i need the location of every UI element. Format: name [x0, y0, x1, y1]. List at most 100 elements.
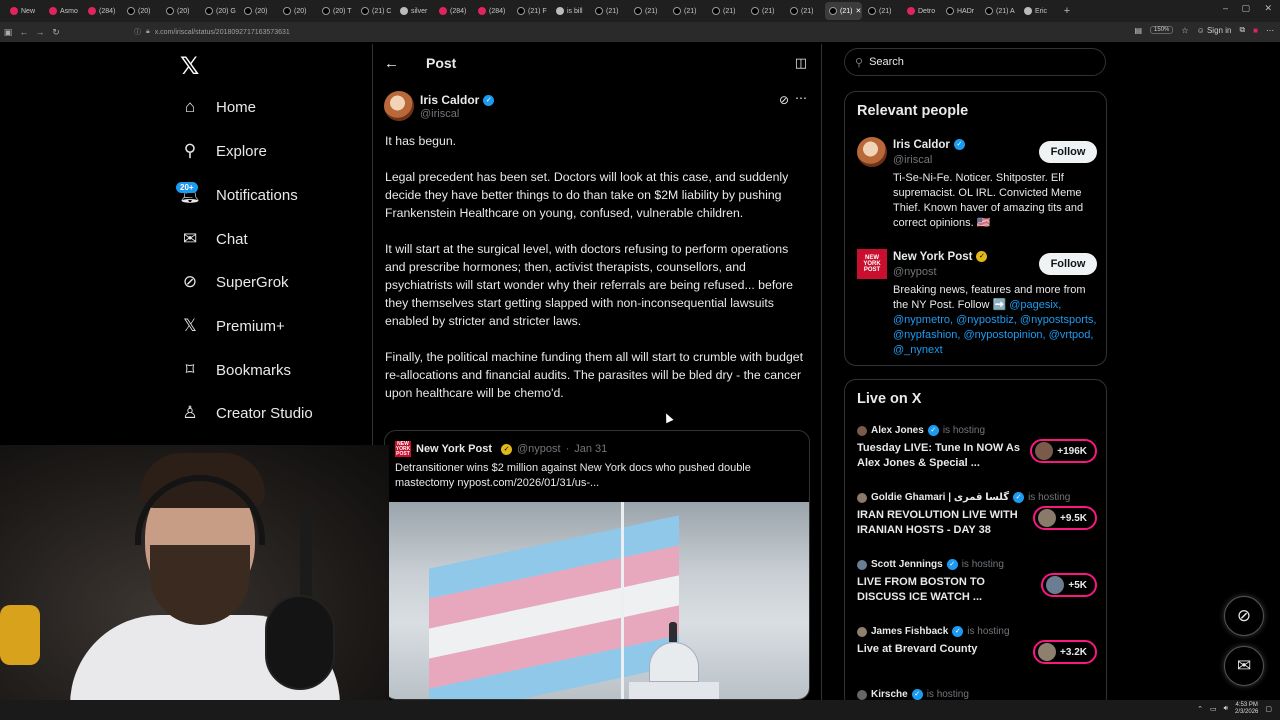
live-listener-pill[interactable]: +196K: [1030, 439, 1097, 463]
browser-tab[interactable]: (20): [240, 2, 277, 20]
live-host-name[interactable]: Alex Jones: [871, 425, 924, 436]
bio-mention-link[interactable]: @nypostbiz,: [956, 314, 1017, 326]
minimize-icon[interactable]: –: [1223, 3, 1228, 13]
nav-item-home[interactable]: ⌂ Home: [180, 97, 256, 117]
browser-tab[interactable]: (21) A: [981, 2, 1018, 20]
browser-tab[interactable]: (20) G: [201, 2, 238, 20]
back-arrow-icon[interactable]: ←: [384, 55, 426, 72]
browser-tab[interactable]: (21): [669, 2, 706, 20]
browser-tab[interactable]: (284): [474, 2, 511, 20]
browser-tab[interactable]: New: [6, 2, 43, 20]
person-handle[interactable]: @iriscal: [893, 154, 932, 166]
avatar[interactable]: [384, 91, 414, 121]
sidebar-toggle-icon[interactable]: ▣: [0, 27, 16, 38]
browser-tab[interactable]: Detro: [903, 2, 940, 20]
bio-mention-link[interactable]: @nypmetro,: [893, 314, 953, 326]
live-host-name[interactable]: Kirsche: [871, 689, 908, 700]
browser-tab[interactable]: (21): [591, 2, 628, 20]
live-listener-pill[interactable]: +3.2K: [1033, 640, 1097, 664]
person-name[interactable]: Iris Caldor ✓: [893, 139, 965, 151]
nav-item-notifications[interactable]: 🔔︎ Notifications: [179, 185, 298, 205]
tray-chevron-icon[interactable]: ⌃: [1197, 705, 1203, 713]
live-item[interactable]: James Fishback ✓ is hosting Live at Brevard…: [857, 626, 1097, 678]
network-icon[interactable]: ▭: [1210, 705, 1217, 713]
maximize-icon[interactable]: ▢: [1241, 3, 1250, 14]
url-field[interactable]: ⓘ 🔒︎ x.com/iriscal/status/20180927171635…: [134, 25, 1064, 39]
relevant-person[interactable]: NEW YORK POST New York Post ✓ @nypost Follo…: [857, 249, 1097, 359]
notification-center-icon[interactable]: ▢: [1265, 705, 1272, 713]
person-handle[interactable]: @nypost: [893, 266, 937, 278]
author-handle[interactable]: @iriscal: [420, 108, 459, 120]
browser-tab[interactable]: (21): [630, 2, 667, 20]
bio-mention-link[interactable]: @_nynext: [893, 344, 943, 356]
live-item[interactable]: Scott Jennings ✓ is hosting LIVE FROM BOSTO…: [857, 559, 1097, 611]
browser-tab[interactable]: HADr: [942, 2, 979, 20]
browser-tab[interactable]: (21) F: [513, 2, 550, 20]
quote-image[interactable]: [389, 502, 809, 699]
reader-mode-icon[interactable]: ◫: [795, 55, 807, 71]
browser-tab[interactable]: (20): [279, 2, 316, 20]
browser-tab[interactable]: (21) ✕: [825, 2, 862, 20]
person-name[interactable]: New York Post ✓: [893, 251, 988, 263]
extensions-icon[interactable]: ⧉: [1239, 25, 1245, 35]
bio-mention-link[interactable]: @pagesix,: [1009, 299, 1061, 311]
follow-button[interactable]: Follow: [1039, 253, 1097, 275]
browser-tab[interactable]: (21): [786, 2, 823, 20]
clock[interactable]: 4:53 PM 2/3/2026: [1235, 702, 1258, 716]
reload-icon[interactable]: ↻: [48, 27, 64, 38]
nypost-avatar-icon[interactable]: NEW YORK POST: [857, 249, 887, 279]
nav-item-chat[interactable]: ✉ Chat: [180, 229, 248, 249]
live-host-name[interactable]: Goldie Ghamari | گلسا قمری: [871, 492, 1009, 503]
browser-tab[interactable]: (20) T: [318, 2, 355, 20]
search-input[interactable]: ⚲ Search: [844, 48, 1106, 76]
author-name[interactable]: Iris Caldor ✓: [420, 93, 495, 107]
tab-close-icon[interactable]: ✕: [855, 7, 861, 15]
browser-tab[interactable]: (20): [123, 2, 160, 20]
nav-item-supergrok[interactable]: ⊘ SuperGrok: [180, 272, 289, 292]
grok-icon[interactable]: ⊘: [779, 93, 789, 107]
nav-item-explore[interactable]: ⚲ Explore: [180, 141, 267, 161]
nav-item-bookmarks[interactable]: ⌑ Bookmarks: [180, 360, 291, 380]
live-listener-pill[interactable]: +5K: [1041, 573, 1097, 597]
extension-badge-icon[interactable]: ■: [1253, 26, 1258, 35]
close-window-icon[interactable]: ✕: [1264, 3, 1272, 14]
follow-button[interactable]: Follow: [1039, 141, 1097, 163]
browser-tab[interactable]: (284): [435, 2, 472, 20]
browser-tab[interactable]: (20): [162, 2, 199, 20]
live-item[interactable]: Alex Jones ✓ is hosting Tuesday LIVE: Tune …: [857, 425, 1097, 477]
messages-fab-button[interactable]: ✉: [1224, 646, 1264, 686]
site-info-icon[interactable]: ⓘ: [134, 27, 141, 37]
bio-mention-link[interactable]: @vrtpod,: [1049, 329, 1094, 341]
zoom-level[interactable]: 150%: [1150, 26, 1174, 34]
nav-item-premium[interactable]: 𝕏 Premium+: [180, 316, 285, 336]
browser-tab[interactable]: (21): [747, 2, 784, 20]
browser-tab[interactable]: silver: [396, 2, 433, 20]
browser-tab[interactable]: (284): [84, 2, 121, 20]
browser-tab[interactable]: (21) C: [357, 2, 394, 20]
quoted-post[interactable]: NEW YORK POST New York Post ✓ @nypost · Ja…: [384, 430, 810, 700]
bio-mention-link[interactable]: @nypostopinion,: [964, 329, 1046, 341]
browser-tab[interactable]: (21): [864, 2, 901, 20]
relevant-person[interactable]: Iris Caldor ✓ @iriscal Follow Ti-Se-Ni-Fe…: [857, 137, 1097, 237]
live-item[interactable]: Goldie Ghamari | گلسا قمری ✓ is hosting IRA…: [857, 492, 1097, 544]
nav-item-creator-studio[interactable]: ♙ Creator Studio: [180, 403, 312, 423]
back-icon[interactable]: ←: [16, 27, 32, 37]
reader-view-icon[interactable]: ▤: [1134, 26, 1142, 35]
new-tab-button[interactable]: +: [1059, 5, 1075, 17]
browser-menu-icon[interactable]: ⋯: [1266, 26, 1274, 35]
favorite-icon[interactable]: ☆: [1181, 26, 1188, 35]
grok-fab-button[interactable]: ⊘: [1224, 596, 1264, 636]
x-logo[interactable]: 𝕏: [180, 52, 199, 81]
live-listener-pill[interactable]: +9.5K: [1033, 506, 1097, 530]
browser-tab[interactable]: Asmo: [45, 2, 82, 20]
profile-sign-in[interactable]: ☺ Sign in: [1197, 26, 1232, 35]
avatar[interactable]: [857, 137, 887, 167]
live-host-name[interactable]: James Fishback: [871, 626, 948, 637]
bio-mention-link[interactable]: @nypostsports,: [1020, 314, 1097, 326]
forward-icon[interactable]: →: [32, 27, 48, 37]
browser-tab[interactable]: Eric: [1020, 2, 1057, 20]
browser-tab[interactable]: (21): [708, 2, 745, 20]
bio-mention-link[interactable]: @nypfashion,: [893, 329, 960, 341]
more-options-icon[interactable]: ⋯: [795, 91, 807, 105]
volume-icon[interactable]: 🔊︎: [1224, 705, 1228, 713]
